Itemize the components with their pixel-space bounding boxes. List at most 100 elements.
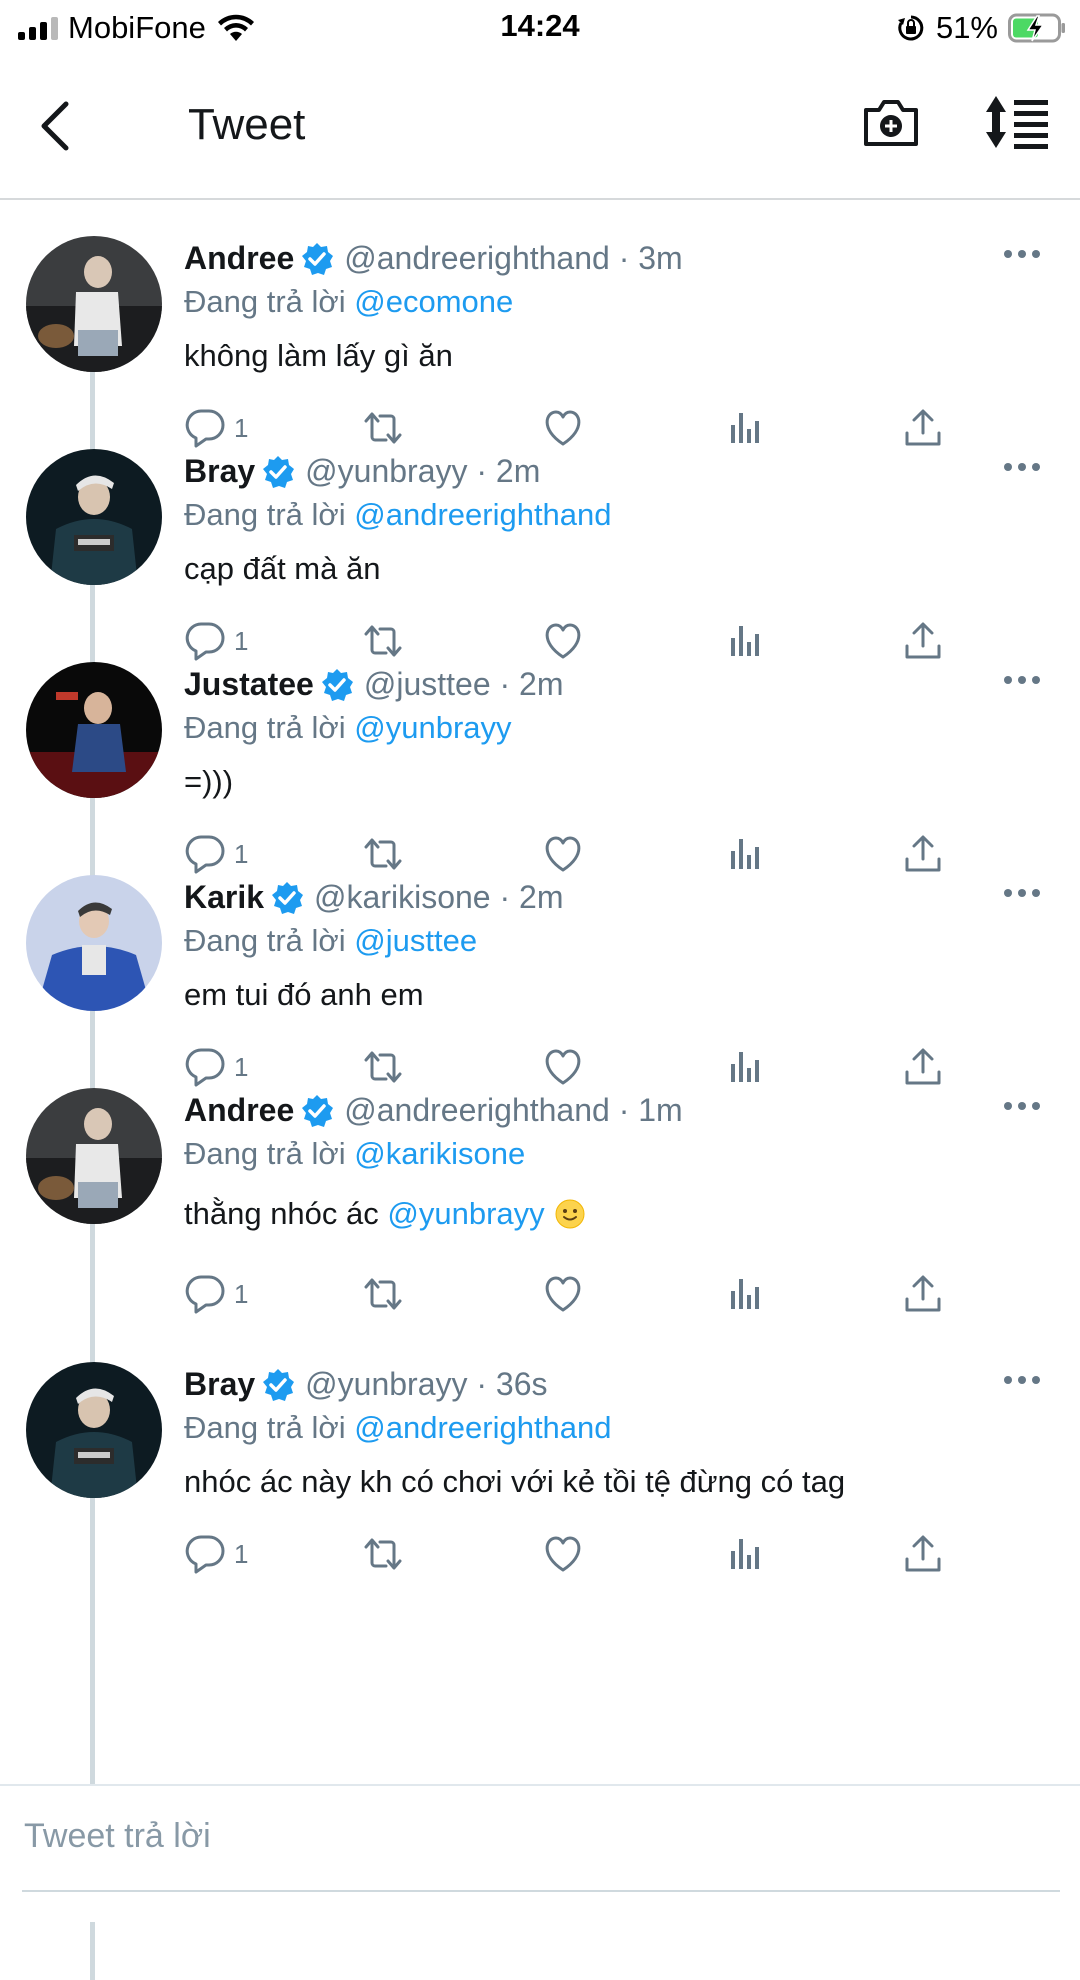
sort-lines-icon[interactable] bbox=[984, 94, 1050, 150]
replying-to-line: Đang trả lời @andreerighthand bbox=[184, 1410, 612, 1446]
reply-input[interactable] bbox=[22, 1816, 1026, 1857]
status-bar-right: 51% bbox=[896, 8, 1066, 48]
more-dots-icon[interactable] bbox=[1002, 674, 1042, 686]
author-handle[interactable]: @karikisone bbox=[314, 879, 491, 916]
tweet-time: 2m bbox=[495, 453, 541, 489]
replying-to-line: Đang trả lời @yunbrayy bbox=[184, 710, 512, 746]
battery-charging-icon bbox=[1008, 13, 1065, 43]
verified-badge-icon bbox=[321, 668, 353, 701]
like-button[interactable] bbox=[542, 1532, 584, 1576]
tweet-actions: 1 bbox=[184, 1532, 954, 1580]
reply-bubble-icon bbox=[185, 1275, 225, 1314]
analytics-button[interactable] bbox=[724, 1272, 766, 1316]
reply-count: 1 bbox=[234, 1538, 249, 1569]
replying-to-mention[interactable]: @yunbrayy bbox=[354, 710, 511, 745]
replying-to-mention[interactable]: @karikisone bbox=[354, 1136, 525, 1171]
author-name[interactable]: Andree bbox=[184, 1092, 294, 1129]
author-name[interactable]: Bray bbox=[184, 1366, 255, 1403]
replying-label: Đang trả lời bbox=[184, 1410, 346, 1445]
author-handle[interactable]: @yunbrayy bbox=[305, 453, 467, 490]
reply-button[interactable]: 1 bbox=[184, 1272, 248, 1316]
replying-to-mention[interactable]: @andreerighthand bbox=[354, 1410, 611, 1445]
tweet-actions: 1 bbox=[184, 1272, 954, 1320]
composer-underline bbox=[22, 1890, 1060, 1892]
avatar[interactable] bbox=[26, 236, 162, 372]
tweet-text: không làm lấy gì ăn bbox=[184, 338, 453, 374]
meta-separator: · bbox=[609, 1092, 639, 1128]
replying-to-mention[interactable]: @andreerighthand bbox=[354, 497, 611, 532]
tweet-body-text: =))) bbox=[184, 764, 234, 799]
replying-to-line: Đang trả lời @karikisone bbox=[184, 1136, 525, 1172]
share-button[interactable] bbox=[902, 1272, 944, 1316]
author-name[interactable]: Andree bbox=[184, 240, 294, 277]
author-handle[interactable]: @andreerighthand bbox=[344, 1092, 610, 1129]
tweet-text: thằng nhóc ác @yunbrayy bbox=[184, 1196, 585, 1232]
reply-button[interactable]: 1 bbox=[184, 1532, 248, 1576]
verified-badge-icon bbox=[263, 1368, 295, 1401]
share-upload-icon bbox=[905, 1275, 941, 1312]
back-chevron-icon[interactable] bbox=[36, 96, 76, 156]
battery-percentage: 51% bbox=[935, 10, 998, 45]
more-dots-icon[interactable] bbox=[1002, 248, 1042, 260]
verified-badge-icon bbox=[302, 1094, 334, 1127]
replying-label: Đang trả lời bbox=[184, 284, 346, 319]
heart-icon bbox=[545, 1536, 581, 1572]
replying-label: Đang trả lời bbox=[184, 923, 346, 958]
analytics-bars-icon bbox=[731, 1279, 759, 1309]
replying-label: Đang trả lời bbox=[184, 497, 346, 532]
tweet-text: =))) bbox=[184, 764, 233, 800]
tweet-item[interactable]: Bray @yunbrayy · 36s Đang trả lời @andre… bbox=[0, 1326, 1080, 1587]
tweet-text: em tui đó anh em bbox=[184, 977, 424, 1013]
share-button[interactable] bbox=[902, 1532, 944, 1576]
meta-separator: · bbox=[467, 453, 496, 489]
tweet-body-text: không làm lấy gì ăn bbox=[184, 338, 453, 373]
camera-plus-icon[interactable] bbox=[862, 92, 920, 150]
status-bar: MobiFone 14:24 51% bbox=[0, 0, 1080, 56]
tweet-header: Karik @karikisone · 2m bbox=[184, 879, 563, 916]
tweet-time: 3m bbox=[638, 240, 683, 276]
verified-badge-icon bbox=[302, 242, 334, 275]
tweet-body-mention[interactable]: @yunbrayy bbox=[387, 1196, 544, 1232]
avatar[interactable] bbox=[26, 1088, 162, 1224]
retweet-button[interactable] bbox=[362, 1272, 404, 1316]
verified-badge-icon bbox=[263, 455, 295, 488]
replying-to-line: Đang trả lời @ecomone bbox=[184, 284, 513, 320]
retweet-icon bbox=[364, 1278, 402, 1310]
replying-to-line: Đang trả lời @justtee bbox=[184, 923, 477, 959]
tweet-header: Andree @andreerighthand · 3m bbox=[184, 240, 683, 277]
page-title: Tweet bbox=[188, 100, 306, 149]
more-dots-icon[interactable] bbox=[1002, 1100, 1042, 1112]
replying-to-mention[interactable]: @ecomone bbox=[354, 284, 513, 319]
tweet-header: Bray @yunbrayy · 36s bbox=[184, 1366, 548, 1403]
analytics-button[interactable] bbox=[724, 1532, 766, 1576]
tweet-text: cạp đất mà ăn bbox=[184, 551, 380, 587]
author-handle[interactable]: @yunbrayy bbox=[305, 1366, 467, 1403]
author-handle[interactable]: @andreerighthand bbox=[344, 240, 610, 277]
tweet-time: 2m bbox=[519, 666, 564, 702]
avatar[interactable] bbox=[26, 875, 162, 1011]
meta-separator: · bbox=[467, 1366, 496, 1402]
avatar[interactable] bbox=[26, 662, 162, 798]
more-dots-icon[interactable] bbox=[1002, 1374, 1042, 1386]
retweet-button[interactable] bbox=[362, 1532, 404, 1576]
replying-to-mention[interactable]: @justtee bbox=[354, 923, 477, 958]
more-dots-icon[interactable] bbox=[1002, 461, 1042, 473]
avatar[interactable] bbox=[26, 449, 162, 585]
more-dots-icon[interactable] bbox=[1002, 887, 1042, 899]
meta-separator: · bbox=[490, 879, 520, 915]
author-handle[interactable]: @justtee bbox=[364, 666, 491, 703]
tweet-item[interactable]: Andree @andreerighthand · 1m Đang trả lờ… bbox=[0, 1052, 1080, 1326]
avatar[interactable] bbox=[26, 1362, 162, 1498]
tweet-time: 1m bbox=[638, 1092, 683, 1128]
author-name[interactable]: Bray bbox=[184, 453, 255, 490]
like-button[interactable] bbox=[542, 1272, 584, 1316]
slightly-smiling-face-icon bbox=[555, 1199, 585, 1229]
author-name[interactable]: Justatee bbox=[184, 666, 314, 703]
author-name[interactable]: Karik bbox=[184, 879, 264, 916]
retweet-icon bbox=[364, 1538, 402, 1570]
tweet-time: 2m bbox=[519, 879, 564, 915]
tweet-header: Justatee @justtee · 2m bbox=[184, 666, 564, 703]
heart-icon bbox=[545, 1276, 581, 1312]
replying-to-line: Đang trả lời @andreerighthand bbox=[184, 497, 612, 533]
tweet-text: nhóc ác này kh có chơi với kẻ tồi tệ đừn… bbox=[184, 1464, 845, 1500]
